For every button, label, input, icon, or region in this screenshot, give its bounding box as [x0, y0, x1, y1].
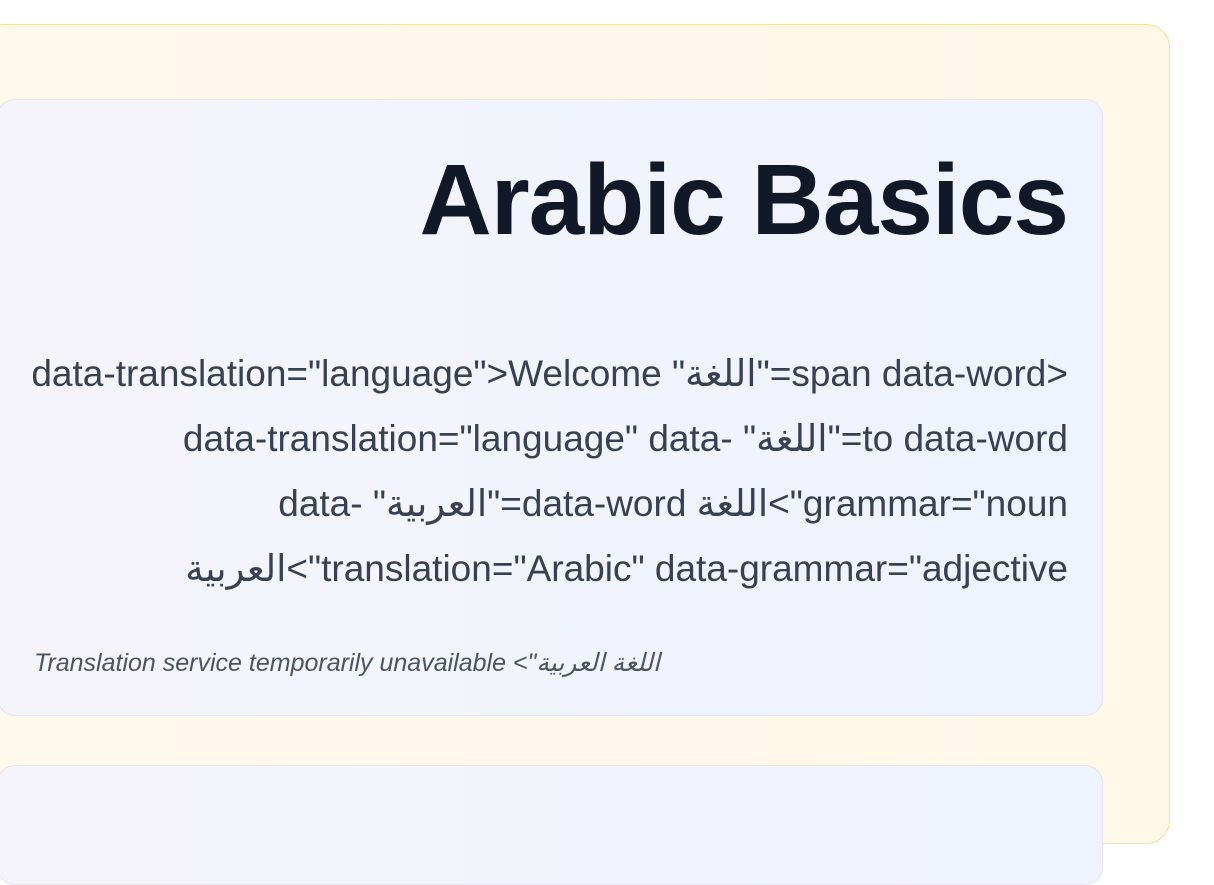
- lesson-panel: Arabic Basics <span data-word="اللغة" da…: [0, 24, 1170, 885]
- lesson-body-text: <span data-word="اللغة" data-translation…: [31, 353, 1068, 589]
- lesson-title: Arabic Basics: [419, 144, 1069, 256]
- translation-status-note: اللغة العربية"> Translation service temp…: [34, 649, 660, 677]
- lesson-card: Arabic Basics <span data-word="اللغة" da…: [0, 99, 1103, 716]
- next-lesson-card: [0, 765, 1103, 885]
